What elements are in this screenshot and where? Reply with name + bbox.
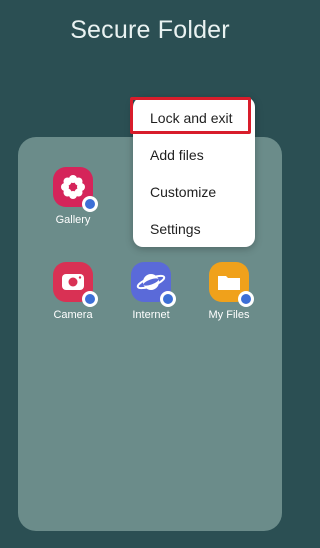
secure-badge-icon	[82, 291, 98, 307]
internet-planet-icon	[131, 262, 176, 307]
menu-item-settings[interactable]: Settings	[133, 211, 255, 248]
app-label: My Files	[208, 309, 250, 321]
app-label: Camera	[53, 309, 93, 321]
app-my-files[interactable]: My Files	[194, 262, 264, 321]
gallery-flower-icon	[53, 167, 98, 212]
secure-badge-icon	[238, 291, 254, 307]
app-camera[interactable]: Camera	[38, 262, 108, 321]
secure-badge-icon	[160, 291, 176, 307]
camera-icon	[53, 262, 98, 307]
app-label: Gallery	[55, 214, 91, 226]
menu-item-add-files[interactable]: Add files	[133, 137, 255, 174]
secure-badge-icon	[82, 196, 98, 212]
page-title: Secure Folder	[70, 16, 230, 44]
app-label: Internet	[132, 309, 170, 321]
highlight-box	[130, 97, 251, 134]
app-gallery[interactable]: Gallery	[38, 167, 108, 226]
folder-icon	[209, 262, 254, 307]
app-internet[interactable]: Internet	[116, 262, 186, 321]
menu-item-customize[interactable]: Customize	[133, 174, 255, 211]
